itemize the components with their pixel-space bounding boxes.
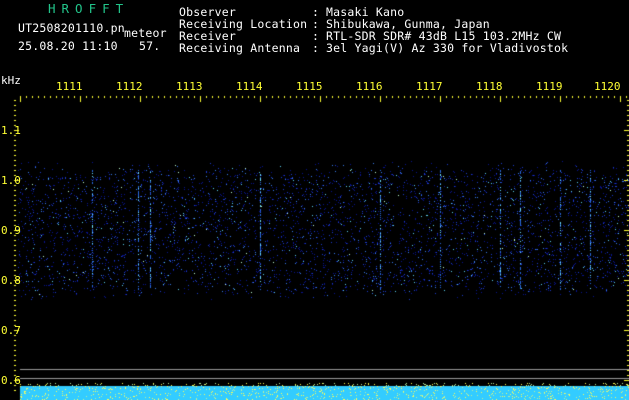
y-tick-label: 0.6 (1, 374, 21, 387)
y-tick-label: 0.7 (1, 324, 21, 337)
time-tick-label: 1116 (356, 80, 383, 93)
y-tick-label: 0.8 (1, 274, 21, 287)
antenna-label: Receiving Antenna (179, 41, 301, 55)
time-tick-label: 1120 (594, 80, 621, 93)
count-label: 57. (139, 39, 161, 53)
time-tick-label: 1112 (116, 80, 143, 93)
axis-unit-label: kHz (1, 74, 21, 87)
y-tick-label: 1.0 (1, 174, 21, 187)
type-label: meteor (124, 26, 167, 40)
time-tick-label: 1118 (476, 80, 503, 93)
spectrogram-canvas (0, 0, 629, 400)
time-tick-label: 1119 (536, 80, 563, 93)
y-tick-label: 1.1 (1, 124, 21, 137)
time-tick-label: 1115 (296, 80, 323, 93)
colon-separator: : (312, 41, 319, 55)
filename-label: UT2508201110.pn (18, 21, 125, 35)
time-tick-label: 1111 (56, 80, 83, 93)
logo-text: HROFFT (48, 1, 130, 16)
time-tick-label: 1113 (176, 80, 203, 93)
datetime-label: 25.08.20 11:10 (18, 39, 118, 53)
time-tick-label: 1114 (236, 80, 263, 93)
time-tick-label: 1117 (416, 80, 443, 93)
antenna-value: 3el Yagi(V) Az 330 for Vladivostok (326, 41, 569, 55)
y-tick-label: 0.9 (1, 224, 21, 237)
